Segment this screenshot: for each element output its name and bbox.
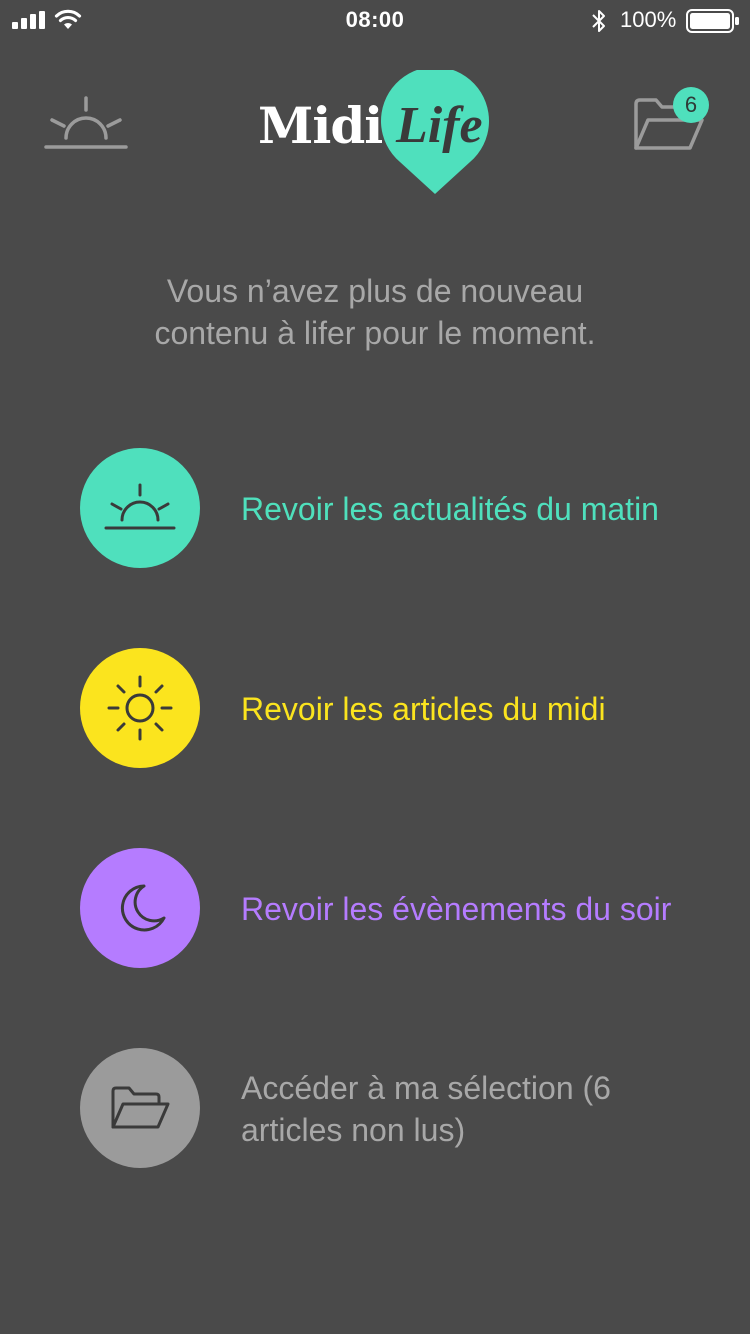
folder-open-icon [111,1086,170,1129]
empty-state-line-2: contenu à lifer pour le moment. [154,315,596,351]
noon-icon-circle [80,648,200,768]
noon-articles-label: Revoir les articles du midi [241,691,606,727]
selection-count-badge: 6 [673,87,709,123]
logo-text-life: Life [396,97,483,154]
morning-news-option[interactable]: Revoir les actualités du matin [80,448,700,570]
status-bar: 08:00 100% [0,0,750,40]
morning-icon-circle [80,448,200,568]
logo-text-midi: Midi [258,96,383,155]
sunrise-icon [104,483,176,530]
my-selection-label: Accéder à ma sélection (6 articles non l… [241,1070,611,1148]
my-selection-option[interactable]: Accéder à ma sélection (6 articles non l… [80,1048,700,1170]
morning-news-label: Revoir les actualités du matin [241,491,659,527]
empty-state-line-1: Vous n’avez plus de nouveau [166,273,584,309]
empty-state-message: Vous n’avez plus de nouveau contenu à li… [60,270,690,354]
evening-icon-circle [80,848,200,968]
selection-icon-circle [80,1048,200,1168]
app-logo: Midi Life [256,70,496,198]
bluetooth-icon [592,10,605,32]
sun-icon [107,675,173,741]
battery-icon [686,9,739,33]
evening-events-label: Revoir les évènements du soir [241,891,672,927]
noon-articles-option[interactable]: Revoir les articles du midi [80,648,700,770]
battery-percentage: 100% [620,7,677,32]
sunrise-icon[interactable] [44,94,128,152]
evening-events-option[interactable]: Revoir les évènements du soir [80,848,700,970]
moon-icon [120,884,166,932]
